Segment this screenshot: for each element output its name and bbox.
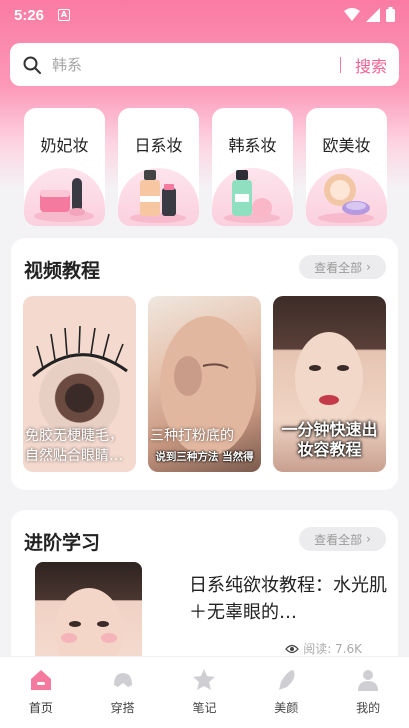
status-icons [344,7,395,22]
beauty-icon [279,670,295,690]
bottom-navigation: 首页 穿搭 笔记 美颜 我的 [0,656,409,728]
eye-icon [285,644,300,653]
article-title[interactable]: 日系纯欲妆教程：水光肌＋无辜眼的… [189,572,389,626]
category-label: 欧美妆 [322,136,371,155]
article-thumbnail[interactable] [35,562,142,670]
search-icon [23,56,41,74]
video-subtitle: 说到三种方法 当然得 [155,451,254,463]
signal-icon [366,7,380,22]
search-input[interactable] [52,55,340,74]
view-all-label: 查看全部 [314,260,363,275]
view-all-label: 查看全部 [314,532,363,547]
portrait-image [55,588,123,670]
toner-bottle-icon [212,168,293,226]
makeup-categories: 奶妃妆 日系妆 韩系妆 欧美妆 [24,108,387,226]
battery-icon [386,7,395,22]
status-bar: 5:26 A [0,0,409,30]
nav-label: 首页 [28,701,53,715]
nav-label: 我的 [356,701,381,715]
nav-item-notes[interactable]: 笔记 [169,667,239,728]
search-divider [339,56,341,73]
video-list: 免胶无梗睫毛，自然贴合眼睛… 三种打粉底的 说到三种方法 当然得 一分钟快速出妆… [23,296,386,472]
nav-item-home[interactable]: 首页 [6,667,76,728]
video-card[interactable]: 三种打粉底的 说到三种方法 当然得 [148,296,261,472]
nav-item-outfit[interactable]: 穿搭 [88,667,158,728]
read-count-label: 阅读: 7.6K [303,642,362,656]
section-title: 视频教程 [24,260,101,282]
outfit-icon [113,673,132,687]
read-count: 阅读: 7.6K [285,640,362,657]
category-card-naifei[interactable]: 奶妃妆 [24,108,105,226]
nav-item-profile[interactable]: 我的 [333,667,403,728]
notification-badge-icon: A [58,9,71,21]
note-icon [193,669,216,690]
nav-label: 笔记 [192,701,217,715]
status-time: 5:26 [14,6,45,24]
category-card-korean[interactable]: 韩系妆 [212,108,293,226]
video-caption: 一分钟快速出妆容教程 [281,420,378,459]
nav-label: 穿搭 [110,701,135,715]
advanced-learning-section: 进阶学习 查看全部 › 日系纯欲妆教程：水光肌＋无辜眼的… 阅读: 7.6K [11,510,398,670]
video-card[interactable]: 一分钟快速出妆容教程 [273,296,386,472]
profile-icon [358,670,379,691]
compact-powder-icon [306,168,387,226]
category-label: 奶妃妆 [40,136,89,155]
lotion-icon [24,168,105,226]
search-bar: 搜索 [10,43,399,86]
video-card[interactable]: 免胶无梗睫毛，自然贴合眼睛… [23,296,136,472]
video-caption: 免胶无梗睫毛，自然贴合眼睛… [25,428,123,464]
eyelash-image [32,325,128,378]
category-card-western[interactable]: 欧美妆 [306,108,387,226]
view-all-button[interactable]: 查看全部 › [299,527,386,551]
wifi-icon [344,7,360,21]
nav-item-beauty[interactable]: 美颜 [251,667,321,728]
category-label: 日系妆 [134,136,183,155]
category-label: 韩系妆 [228,136,277,155]
search-button[interactable]: 搜索 [355,53,387,77]
section-title: 进阶学习 [24,532,101,554]
foundation-bottle-icon [118,168,199,226]
view-all-button[interactable]: 查看全部 › [299,255,386,279]
nav-label: 美颜 [274,701,299,715]
chevron-right-icon: › [366,260,371,274]
category-card-japanese[interactable]: 日系妆 [118,108,199,226]
chevron-right-icon: › [366,532,371,546]
video-tutorial-section: 视频教程 查看全部 › 免胶无梗睫毛，自然贴合眼睛… 三种打粉底的 说到三种方法… [11,238,398,490]
video-caption: 三种打粉底的 [150,428,234,444]
home-icon [30,670,51,690]
